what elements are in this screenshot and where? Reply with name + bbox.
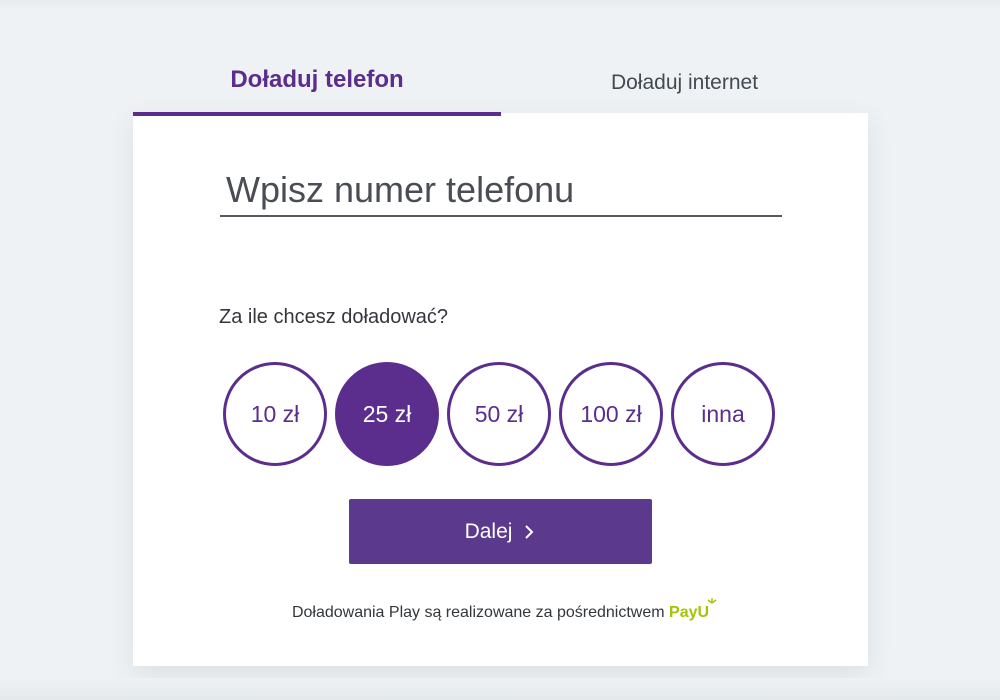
amount-option-25[interactable]: 25 zł	[335, 362, 439, 466]
phone-number-input[interactable]	[220, 165, 782, 217]
amount-option-label: 25 zł	[362, 400, 412, 427]
tab-phone-topup-label: Doładuj telefon	[230, 66, 404, 93]
amount-options: 10 zł 25 zł 50 zł 100 zł inna	[223, 362, 775, 466]
page-top-strip	[0, 0, 1000, 10]
amount-option-other[interactable]: inna	[671, 362, 775, 466]
tab-internet-topup-label: Doładuj internet	[610, 71, 759, 94]
amount-option-label: 50 zł	[474, 400, 524, 427]
tab-phone-topup[interactable]: Doładuj telefon	[133, 60, 501, 116]
amount-option-50[interactable]: 50 zł	[447, 362, 551, 466]
payu-logo: PayU	[669, 598, 717, 621]
payment-provider-note: Doładowania Play są realizowane za pośre…	[133, 598, 868, 622]
tab-internet-topup[interactable]: Doładuj internet	[501, 60, 868, 116]
next-button[interactable]: Dalej	[349, 499, 652, 564]
amount-option-label: 100 zł	[580, 400, 642, 427]
page-bottom-strip	[0, 678, 1000, 700]
payu-logo-text: PayU	[669, 604, 710, 621]
amount-question: Za ile chcesz doładować?	[219, 306, 449, 328]
payu-spark-icon	[707, 598, 717, 604]
amount-option-10[interactable]: 10 zł	[223, 362, 327, 466]
amount-option-label: 10 zł	[250, 400, 300, 427]
amount-option-label: inna	[701, 400, 745, 427]
chevron-right-icon	[525, 524, 534, 539]
payment-provider-text: Doładowania Play są realizowane za pośre…	[291, 604, 665, 621]
amount-option-100[interactable]: 100 zł	[559, 362, 663, 466]
next-button-label: Dalej	[464, 519, 513, 543]
